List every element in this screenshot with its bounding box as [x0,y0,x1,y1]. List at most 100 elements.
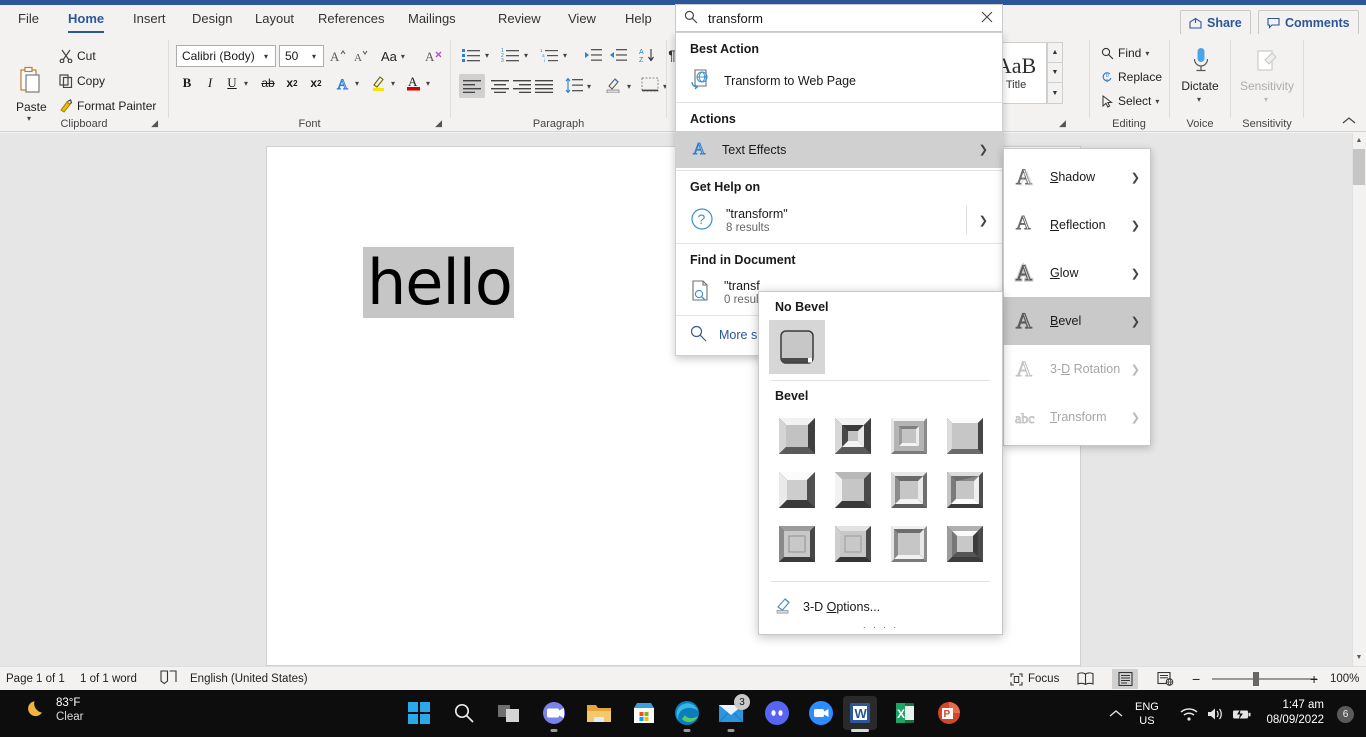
zoom-in-button[interactable]: + [1310,667,1318,691]
numbering-chevron-icon[interactable]: ▾ [524,51,528,60]
bevel-option-relaxed-inset[interactable] [825,409,881,463]
search-result-text-effects[interactable]: A Text Effects ❯ [676,131,1002,168]
replace-button[interactable]: bc Replace [1098,67,1165,87]
styles-scroll-up-button[interactable]: ▲ [1047,42,1063,63]
wifi-button[interactable] [1180,690,1198,737]
italic-button[interactable]: I [199,72,221,94]
text-effects-chevron-icon[interactable]: ▾ [355,79,359,88]
font-dialog-launcher[interactable]: ◢ [435,118,442,129]
focus-button[interactable]: Focus [1010,667,1059,691]
taskbar-app-word[interactable]: W [843,696,877,730]
numbering-button[interactable]: 123 [498,44,522,66]
dictate-label[interactable]: Dictate [1170,79,1230,93]
bevel-option-hard-edge[interactable] [881,517,937,571]
styles-scroll-down-button[interactable]: ▼ [1047,62,1063,83]
taskbar-app-edge[interactable] [670,696,704,730]
tab-file[interactable]: File [8,5,49,34]
panel-resize-grip[interactable]: · · · · [759,623,1002,634]
close-icon[interactable] [980,10,994,27]
bevel-option-circle[interactable] [769,409,825,463]
zoom-out-button[interactable]: − [1192,667,1200,691]
notification-center-button[interactable]: 6 [1337,706,1354,723]
search-box[interactable] [675,4,1003,32]
sensitivity-button[interactable] [1253,46,1281,76]
bevel-option-riblet[interactable] [825,517,881,571]
chevron-right-icon[interactable]: ❯ [979,214,992,227]
text-effects-item-bevel[interactable]: A Bevel ❯ [1004,297,1150,345]
bevel-option-divot[interactable] [769,517,825,571]
page-info[interactable]: Page 1 of 1 [6,667,65,691]
taskbar-app-zoom[interactable] [804,696,838,730]
find-button[interactable]: Find ▾ [1098,43,1152,63]
text-effects-button[interactable]: A [333,72,355,94]
format-painter-button[interactable]: Format Painter [56,96,159,116]
weather-widget[interactable]: 83°F Clear [26,696,83,724]
language-status[interactable]: English (United States) [190,667,308,691]
taskbar-app-excel[interactable]: X [888,696,922,730]
tab-review[interactable]: Review [488,5,551,34]
bevel-option-art-deco[interactable] [937,517,993,571]
chevron-right-icon[interactable]: ❯ [1131,171,1144,184]
scroll-up-button[interactable]: ▲ [1353,134,1365,148]
font-name-combo[interactable]: Calibri (Body) ▾ [176,45,276,67]
align-left-button[interactable] [459,74,485,98]
show-hidden-icons-button[interactable] [1108,690,1124,737]
multilevel-list-button[interactable]: 1ai [537,44,561,66]
bold-button[interactable]: B [176,72,198,94]
copy-button[interactable]: Copy [56,71,108,91]
clear-formatting-button[interactable]: A [423,45,445,67]
search-input[interactable] [708,10,980,26]
taskbar-app-discord[interactable] [760,696,794,730]
tab-design[interactable]: Design [182,5,242,34]
change-case-button[interactable]: Aa ▾ [378,46,408,66]
justify-button[interactable] [531,74,557,98]
font-color-button[interactable]: A [403,72,425,94]
bevel-option-cross[interactable] [881,409,937,463]
vertical-scrollbar[interactable]: ▲ ▼ [1352,133,1366,666]
share-button[interactable]: Share [1180,10,1251,35]
superscript-button[interactable]: x2 [305,72,327,94]
word-count[interactable]: 1 of 1 word [80,667,137,691]
bullets-chevron-icon[interactable]: ▾ [485,51,489,60]
shrink-font-button[interactable]: A [350,45,372,67]
3d-options-button[interactable]: 3-D Options... [759,588,1002,625]
decrease-indent-button[interactable] [582,44,604,66]
tab-help[interactable]: Help [615,5,662,34]
shading-button[interactable] [603,74,625,96]
read-mode-button[interactable] [1072,669,1098,689]
scrollbar-thumb[interactable] [1353,149,1365,185]
bevel-option-soft-round[interactable] [825,463,881,517]
cut-button[interactable]: Cut [56,46,99,66]
multilevel-chevron-icon[interactable]: ▾ [563,51,567,60]
taskbar-app-mail[interactable]: 3 [714,694,750,730]
shading-chevron-icon[interactable]: ▾ [627,82,631,91]
start-button[interactable] [402,696,436,730]
tab-insert[interactable]: Insert [123,5,176,34]
clipboard-dialog-launcher[interactable]: ◢ [151,118,158,129]
tab-references[interactable]: References [308,5,394,34]
bevel-option-none[interactable] [769,320,825,374]
search-result-transform-to-web-page[interactable]: Transform to Web Page [676,61,1002,100]
highlight-button[interactable] [368,72,390,94]
borders-button[interactable] [639,74,661,96]
line-spacing-button[interactable] [563,74,585,96]
chevron-right-icon[interactable]: ❯ [1131,219,1144,232]
chevron-down-icon[interactable]: ▾ [401,52,405,61]
styles-more-button[interactable]: ▼ [1047,82,1063,104]
increase-indent-button[interactable] [607,44,629,66]
tab-mailings[interactable]: Mailings [398,5,466,34]
web-layout-button[interactable] [1152,669,1178,689]
scroll-down-button[interactable]: ▼ [1353,651,1365,665]
zoom-slider-thumb[interactable] [1253,672,1259,686]
font-size-combo[interactable]: 50 ▾ [279,45,324,67]
selected-text-block[interactable]: hello [363,247,514,319]
zoom-level[interactable]: 100% [1330,667,1359,691]
taskbar-app-teams[interactable] [537,696,571,730]
search-result-get-help[interactable]: ? "transform" 8 results ❯ [676,199,1002,241]
chevron-down-icon[interactable]: ▾ [307,52,321,61]
tab-layout[interactable]: Layout [245,5,304,34]
bevel-option-cool-slant[interactable] [937,409,993,463]
print-layout-button[interactable] [1112,669,1138,689]
bevel-option-slope[interactable] [937,463,993,517]
underline-dropdown-chevron-icon[interactable]: ▾ [244,79,248,88]
